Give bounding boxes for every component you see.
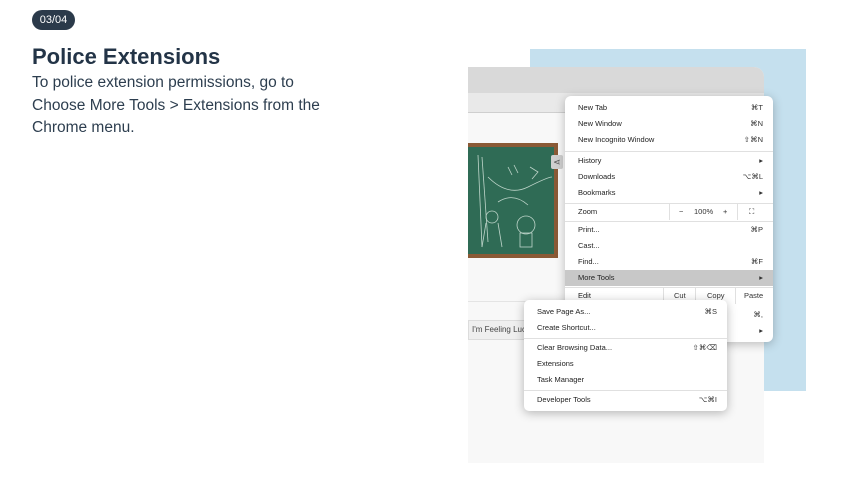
- menu-item-label: Bookmarks: [578, 188, 616, 197]
- shortcut-label: ⌘S: [704, 307, 717, 316]
- menu-item-label: Zoom: [578, 207, 598, 216]
- more-tools-submenu: Save Page As... ⌘S Create Shortcut... Cl…: [524, 300, 727, 411]
- zoom-divider: [737, 204, 738, 220]
- shortcut-label: ⌥⌘I: [698, 395, 717, 404]
- menu-item-label: Cast...: [578, 241, 600, 250]
- submenu-item-create-shortcut[interactable]: Create Shortcut...: [524, 320, 727, 336]
- menu-item-new-window[interactable]: New Window ⌘N: [565, 116, 773, 132]
- shortcut-label: ⇧⌘N: [743, 135, 763, 144]
- menu-item-label: New Window: [578, 119, 622, 128]
- menu-item-downloads[interactable]: Downloads ⌥⌘L: [565, 169, 773, 185]
- menu-item-print[interactable]: Print... ⌘P: [565, 222, 773, 238]
- menu-item-new-tab[interactable]: New Tab ⌘T: [565, 100, 773, 116]
- submenu-item-label: Task Manager: [537, 375, 585, 384]
- zoom-level-value: 100%: [694, 207, 714, 216]
- shortcut-label: ⌘T: [750, 103, 763, 112]
- menu-item-more-tools[interactable]: More Tools ▸: [565, 270, 773, 286]
- shortcut-label: ⌘F: [750, 257, 763, 266]
- menu-item-zoom: Zoom − 100% + ⛶: [565, 204, 773, 220]
- chevron-right-icon: ▸: [759, 156, 763, 165]
- menu-separator: [565, 151, 773, 152]
- menu-item-label: Downloads: [578, 172, 616, 181]
- menu-item-find[interactable]: Find... ⌘F: [565, 254, 773, 270]
- menu-item-history[interactable]: History ▸: [565, 153, 773, 169]
- shortcut-label: ⌥⌘L: [742, 172, 763, 181]
- zoom-divider: [669, 204, 670, 220]
- browser-titlebar: [468, 67, 764, 93]
- menu-item-label: New Incognito Window: [578, 135, 655, 144]
- submenu-item-label: Clear Browsing Data...: [537, 343, 613, 352]
- paste-button[interactable]: Paste: [744, 288, 763, 304]
- fullscreen-icon[interactable]: ⛶: [749, 204, 754, 220]
- chevron-right-icon: ▸: [759, 273, 763, 282]
- shortcut-label: ⌘P: [750, 225, 763, 234]
- menu-separator: [524, 338, 727, 339]
- chalkboard-doodle-image: [468, 143, 558, 258]
- edit-divider: [735, 288, 736, 304]
- zoom-out-button[interactable]: −: [679, 204, 683, 220]
- menu-separator: [524, 390, 727, 391]
- feeling-lucky-button[interactable]: I'm Feeling Lucky: [468, 320, 528, 340]
- menu-item-label: More Tools: [578, 273, 615, 282]
- menu-item-label: Find...: [578, 257, 599, 266]
- menu-item-label: New Tab: [578, 103, 608, 112]
- zoom-in-button[interactable]: +: [723, 204, 727, 220]
- slide-description: To police extension permissions, go to C…: [32, 74, 320, 136]
- shortcut-label: ⌘,: [753, 310, 763, 319]
- chevron-right-icon: ▸: [759, 188, 763, 197]
- submenu-item-label: Extensions: [537, 359, 574, 368]
- menu-item-new-incognito-window[interactable]: New Incognito Window ⇧⌘N: [565, 132, 773, 148]
- submenu-item-label: Create Shortcut...: [537, 323, 596, 332]
- chevron-right-icon: ▸: [759, 326, 763, 335]
- menu-item-label: Print...: [578, 225, 600, 234]
- submenu-item-label: Developer Tools: [537, 395, 591, 404]
- shortcut-label: ⌘N: [750, 119, 763, 128]
- menu-item-label: Edit: [578, 291, 591, 300]
- chalk-drawing: [477, 154, 553, 248]
- menu-item-label: History: [578, 156, 602, 165]
- share-icon[interactable]: ⋖: [551, 155, 563, 169]
- menu-item-bookmarks[interactable]: Bookmarks ▸: [565, 185, 773, 201]
- submenu-item-task-manager[interactable]: Task Manager: [524, 372, 727, 388]
- submenu-item-developer-tools[interactable]: Developer Tools ⌥⌘I: [524, 392, 727, 408]
- submenu-item-clear-browsing-data[interactable]: Clear Browsing Data... ⇧⌘⌫: [524, 340, 727, 356]
- shortcut-label: ⇧⌘⌫: [692, 343, 717, 352]
- submenu-item-label: Save Page As...: [537, 307, 591, 316]
- slide-title: Police Extensions: [32, 44, 221, 69]
- slide-counter-badge: 03/04: [32, 10, 75, 30]
- submenu-item-save-page-as[interactable]: Save Page As... ⌘S: [524, 304, 727, 320]
- chalkboard-surface: [468, 147, 554, 254]
- menu-item-cast[interactable]: Cast...: [565, 238, 773, 254]
- submenu-item-extensions[interactable]: Extensions: [524, 356, 727, 372]
